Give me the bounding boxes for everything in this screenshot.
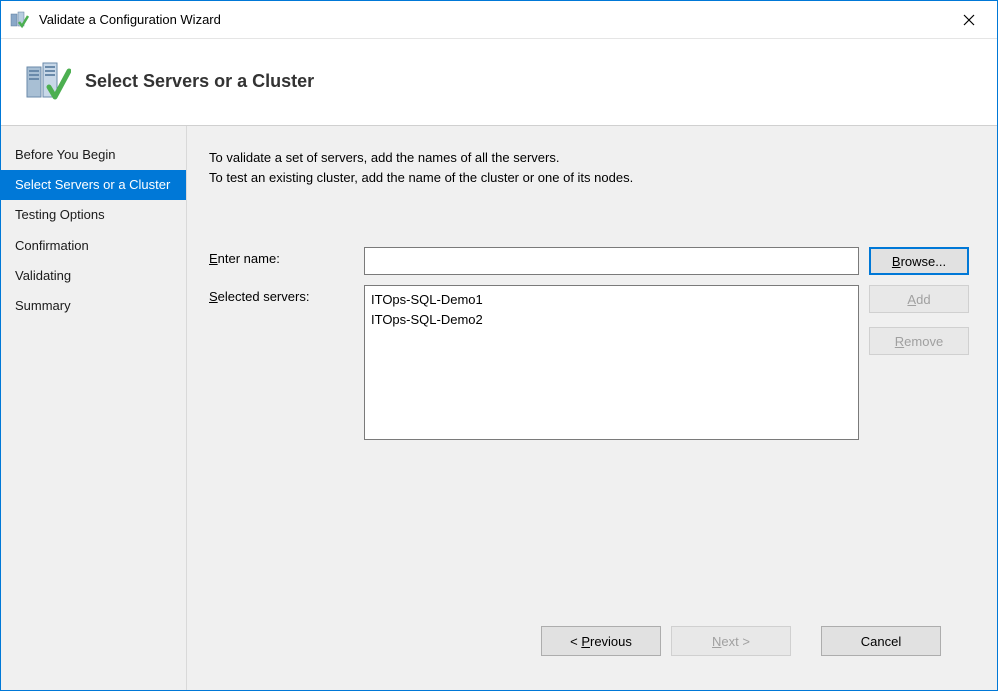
list-item[interactable]: ITOps-SQL-Demo1 <box>371 290 852 310</box>
instructions-line-2: To test an existing cluster, add the nam… <box>209 168 969 188</box>
selected-servers-label: Selected servers: <box>209 285 364 304</box>
enter-name-row: Enter name: Browse... <box>209 247 969 275</box>
nav-validating[interactable]: Validating <box>1 261 186 291</box>
nav-testing-options[interactable]: Testing Options <box>1 200 186 230</box>
instructions-line-1: To validate a set of servers, add the na… <box>209 148 969 168</box>
app-icon <box>9 10 29 30</box>
selected-servers-row: Selected servers: ITOps-SQL-Demo1 ITOps-… <box>209 285 969 440</box>
server-buttons: Add Remove <box>869 285 969 355</box>
wizard-window: Validate a Configuration Wizard Select S… <box>0 0 998 691</box>
cancel-button[interactable]: Cancel <box>821 626 941 656</box>
wizard-steps-sidebar: Before You Begin Select Servers or a Clu… <box>1 126 187 690</box>
next-button: Next > <box>671 626 791 656</box>
add-button: Add <box>869 285 969 313</box>
nav-confirmation[interactable]: Confirmation <box>1 231 186 261</box>
previous-button[interactable]: < Previous <box>541 626 661 656</box>
selected-servers-listbox[interactable]: ITOps-SQL-Demo1 ITOps-SQL-Demo2 <box>364 285 859 440</box>
wizard-footer: < Previous Next > Cancel <box>209 612 969 674</box>
header: Select Servers or a Cluster <box>1 39 997 125</box>
nav-summary[interactable]: Summary <box>1 291 186 321</box>
enter-name-label: Enter name: <box>209 247 364 266</box>
servers-icon <box>23 57 71 105</box>
enter-name-input[interactable] <box>364 247 859 275</box>
main-panel: To validate a set of servers, add the na… <box>187 126 997 690</box>
page-title: Select Servers or a Cluster <box>85 71 314 92</box>
content-area: Before You Begin Select Servers or a Clu… <box>1 125 997 690</box>
nav-select-servers[interactable]: Select Servers or a Cluster <box>1 170 186 200</box>
list-item[interactable]: ITOps-SQL-Demo2 <box>371 310 852 330</box>
titlebar: Validate a Configuration Wizard <box>1 1 997 39</box>
instructions-text: To validate a set of servers, add the na… <box>209 148 969 187</box>
window-title: Validate a Configuration Wizard <box>39 12 949 27</box>
nav-before-you-begin[interactable]: Before You Begin <box>1 140 186 170</box>
browse-button[interactable]: Browse... <box>869 247 969 275</box>
remove-button: Remove <box>869 327 969 355</box>
close-button[interactable] <box>949 5 989 35</box>
